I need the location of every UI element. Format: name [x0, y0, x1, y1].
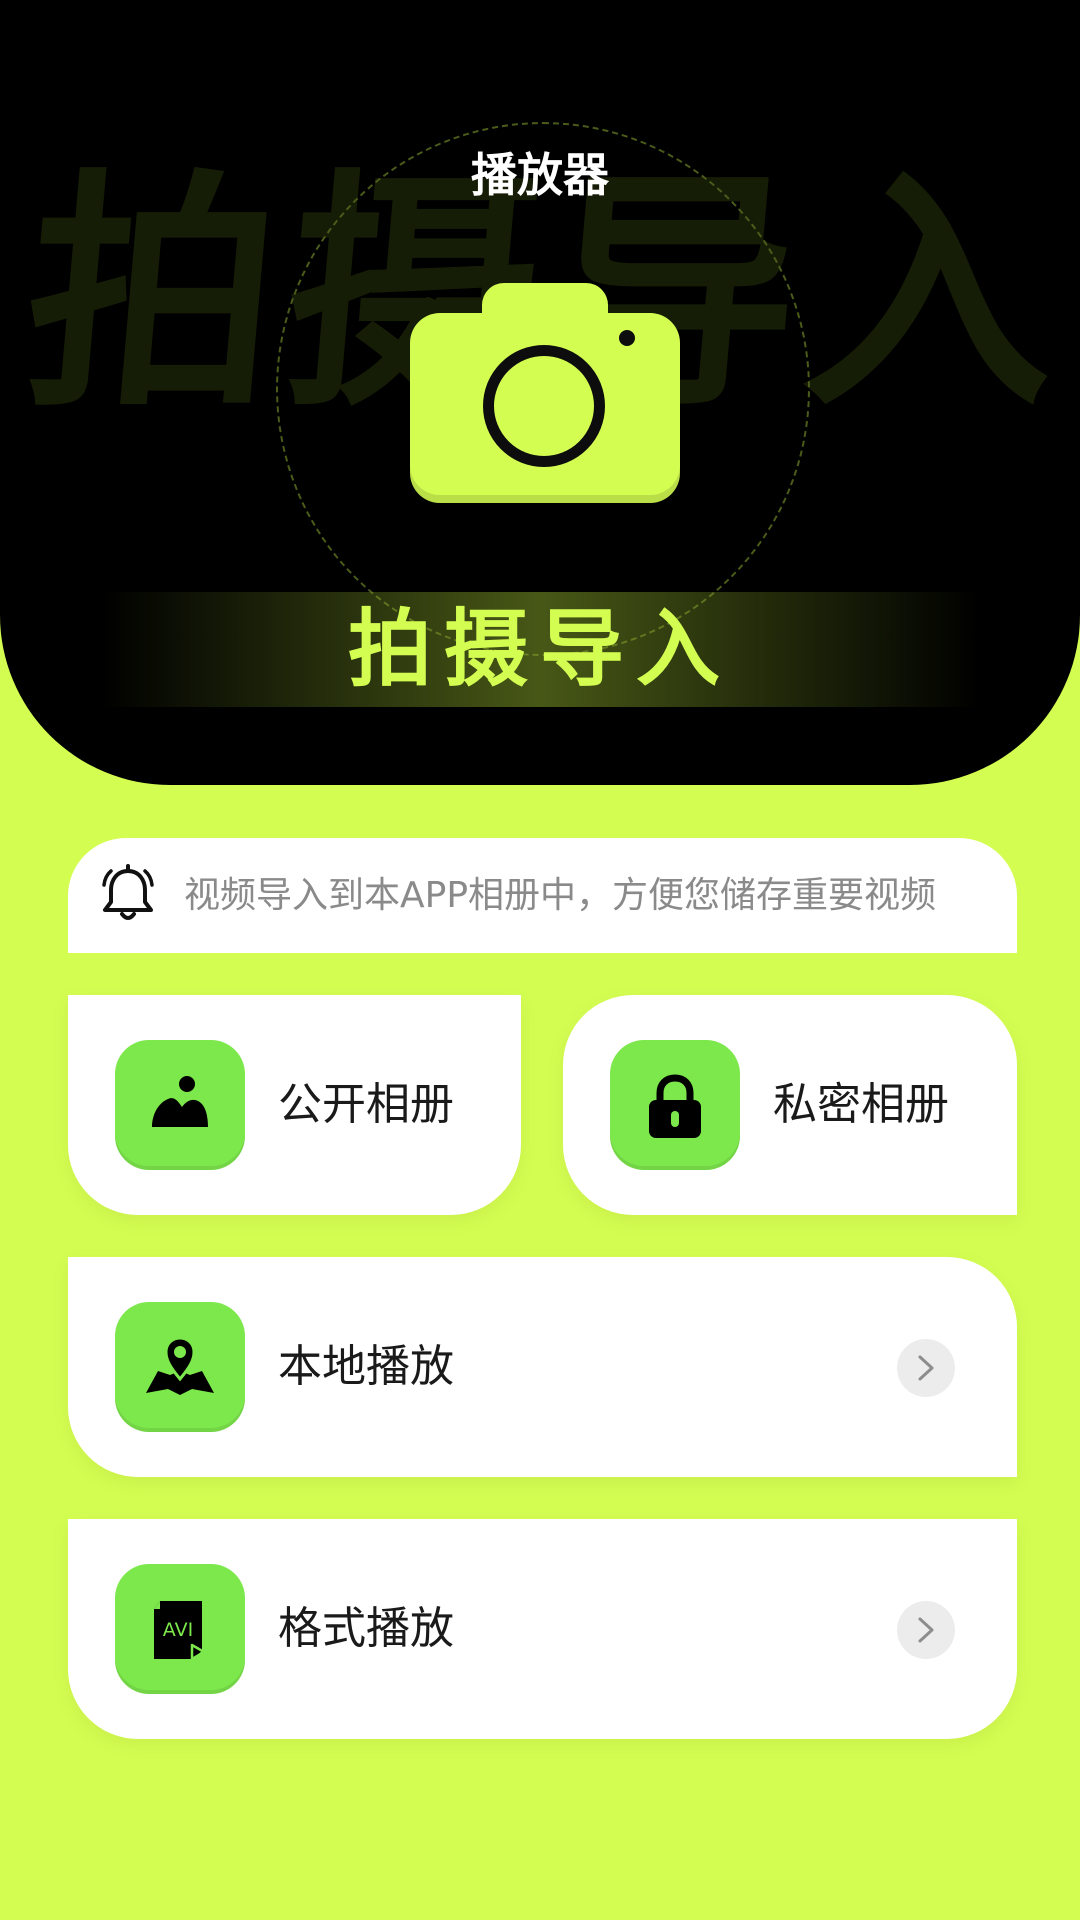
private-album-icon-tile [610, 1040, 740, 1170]
chevron-right-icon[interactable] [897, 1339, 955, 1397]
avi-icon-text: AVI [163, 1619, 193, 1641]
import-capture-button[interactable]: 拍摄导入 [100, 592, 980, 707]
import-capture-label: 拍摄导入 [347, 600, 732, 698]
local-play-icon-tile [115, 1302, 245, 1432]
notice-text: 视频导入到本APP相册中，方便您储存重要视频 [184, 875, 937, 916]
chevron-right-icon[interactable] [897, 1601, 955, 1659]
local-play-card[interactable]: 本地播放 [68, 1257, 1017, 1477]
private-album-label: 私密相册 [773, 1079, 949, 1130]
page-title: 播放器 [471, 148, 609, 202]
camera-flash-dot [619, 330, 635, 346]
public-album-icon-tile [115, 1040, 245, 1170]
format-play-card[interactable]: AVI 格式播放 [68, 1519, 1017, 1739]
avi-file-icon: AVI [154, 1601, 206, 1661]
camera-lens [483, 345, 605, 467]
private-album-card[interactable]: 私密相册 [563, 995, 1017, 1215]
header-hero: 拍摄导入 播放器 拍摄导入 [0, 0, 1080, 785]
landscape-image-icon [152, 1076, 208, 1127]
padlock-icon [649, 1074, 701, 1138]
notice-bar: 视频导入到本APP相册中，方便您储存重要视频 [68, 838, 1017, 953]
format-play-label: 格式播放 [278, 1603, 454, 1654]
public-album-card[interactable]: 公开相册 [68, 995, 521, 1215]
camera-icon[interactable] [410, 283, 680, 503]
local-play-label: 本地播放 [278, 1341, 454, 1392]
public-album-label: 公开相册 [278, 1079, 454, 1130]
map-location-pin-icon [146, 1336, 214, 1395]
format-play-icon-tile: AVI [115, 1564, 245, 1694]
bell-icon [96, 863, 160, 927]
